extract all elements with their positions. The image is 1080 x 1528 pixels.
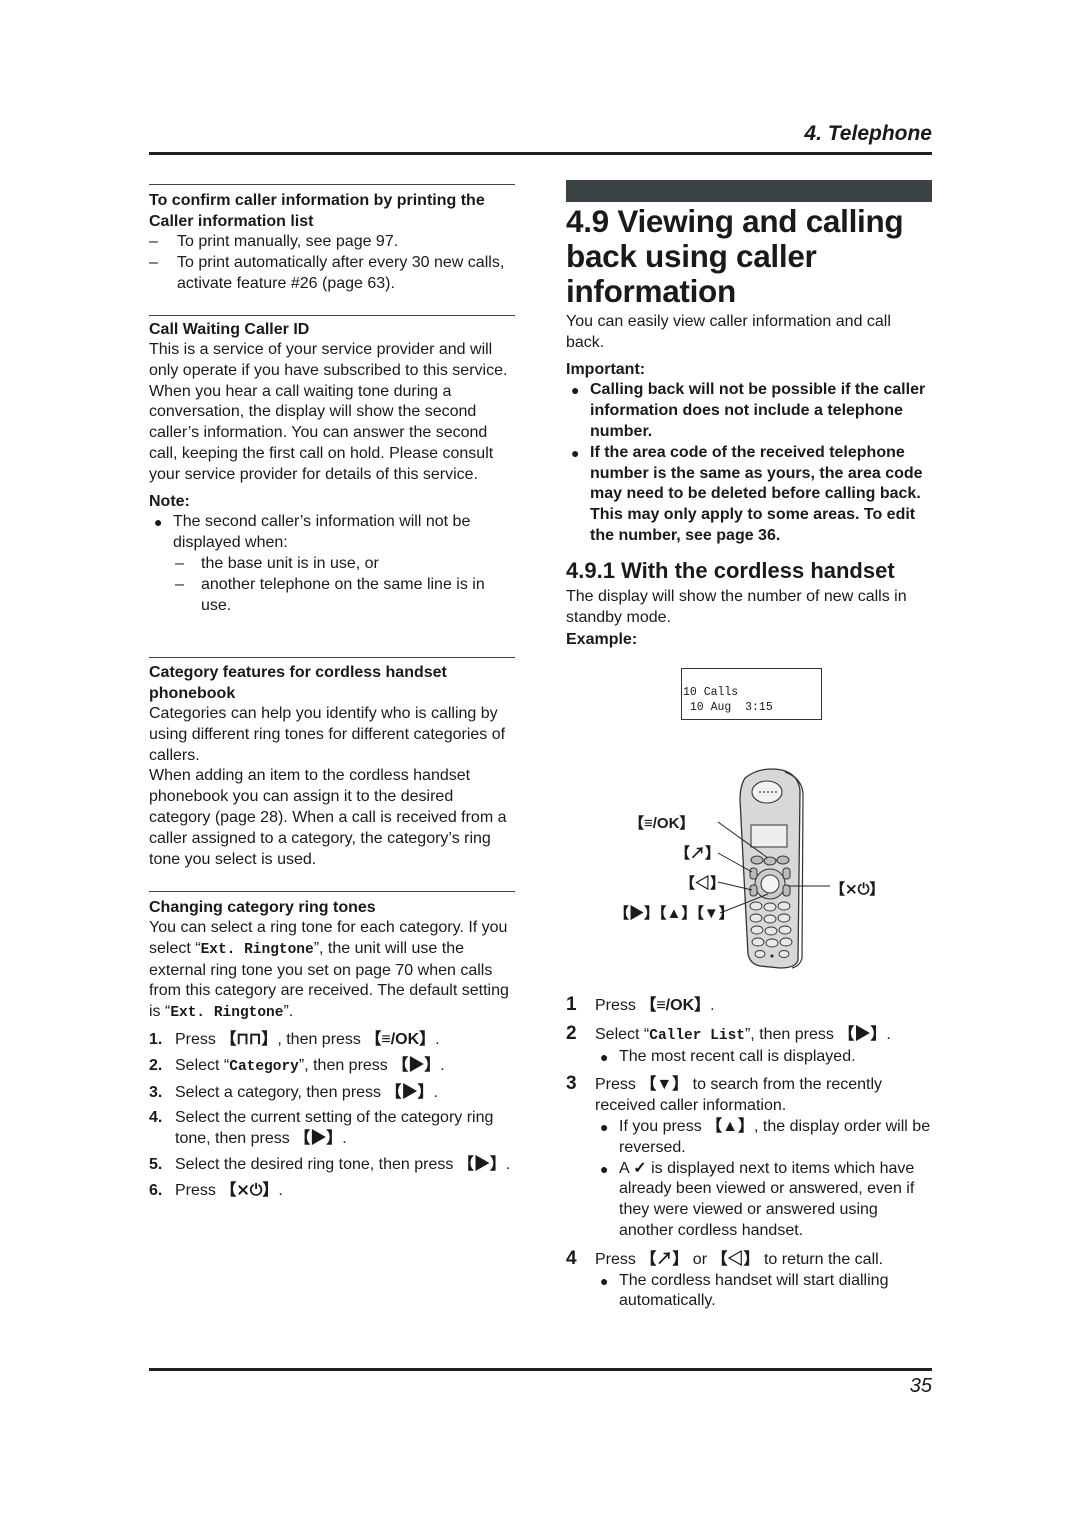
section-divider	[149, 315, 515, 316]
header-rule	[149, 152, 932, 155]
phonebook-key-icon: 【⊓⊓】	[220, 1030, 278, 1048]
step-bullet: ● If you press 【▲】, the display order wil…	[600, 1117, 931, 1156]
right-arrow-key-icon: 【▶】	[457, 1155, 506, 1173]
right-arrow-key-icon: 【▶】	[838, 1025, 887, 1043]
subsection-intro: The display will show the number of new …	[566, 587, 907, 626]
up-arrow-key-icon: 【▲】	[706, 1117, 754, 1135]
caller-list-steps: 1 Press 【≡/OK】. 2 Select “Caller List”, …	[566, 994, 932, 1320]
list-item: – To print automatically after every 30 n…	[149, 253, 505, 292]
call-waiting-body: This is a service of your service provid…	[149, 341, 508, 483]
step-item: 2. Select “Category”, then press 【▶】.	[149, 1056, 445, 1075]
print-section-heading: To confirm caller information by printin…	[149, 192, 485, 230]
section-divider	[149, 184, 515, 185]
callout-navigation-keys: 【▶】【▲】【▼】	[614, 905, 734, 922]
note-label: Note:	[149, 492, 190, 510]
right-arrow-key-icon: 【▶】	[294, 1130, 343, 1148]
speaker-key-icon: 【◁】	[711, 1250, 760, 1268]
callout-speaker-key: 【◁】	[680, 875, 726, 892]
step-item: 4. Select the current setting of the cat…	[149, 1109, 494, 1148]
callout-menu-ok-key: 【≡/OK】	[629, 815, 695, 832]
call-waiting-heading: Call Waiting Caller ID	[149, 321, 310, 338]
section-intro: You can easily view caller information a…	[566, 313, 891, 351]
step-item: 1. Press 【⊓⊓】, then press 【≡/OK】.	[149, 1030, 440, 1048]
down-arrow-key-icon: 【▼】	[640, 1076, 689, 1094]
handset-illustration	[717, 768, 830, 969]
category-features-body: When adding an item to the cordless hand…	[149, 767, 507, 868]
step-item: 6. Press 【⨯⏻】.	[149, 1181, 283, 1199]
changing-ring-heading: Changing category ring tones	[149, 899, 376, 916]
changing-ring-section: Changing category ring tones You can sel…	[149, 891, 515, 1207]
step-bullet: ● The cordless handset will start diallin…	[600, 1271, 889, 1310]
right-arrow-key-icon: 【▶】	[385, 1083, 434, 1101]
section-divider	[149, 891, 515, 892]
step-bullet: ● The most recent call is displayed.	[600, 1047, 856, 1065]
lcd-display-example: 10 Calls 10 Aug 3:15	[681, 668, 822, 720]
step-item: 1 Press 【≡/OK】.	[566, 994, 715, 1015]
note-bullet: ● The second caller’s information will no…	[154, 513, 471, 552]
section-divider	[149, 657, 515, 658]
off-power-key-icon: 【⨯⏻】	[220, 1181, 279, 1199]
changing-ring-body: You can select a ring tone for each cate…	[149, 919, 509, 1022]
list-item: – To print manually, see page 97.	[149, 233, 399, 250]
callout-off-power-key: 【⨯⏻】	[830, 881, 885, 898]
step-item: 5. Select the desired ring tone, then pr…	[149, 1155, 511, 1173]
menu-ok-key-icon: 【≡/OK】	[365, 1030, 436, 1048]
example-label: Example:	[566, 631, 638, 649]
important-label: Important:	[566, 360, 646, 378]
step-item: 3 Press 【▼】 to search from the recently …	[566, 1074, 932, 1241]
print-caller-list-section: To confirm caller information by printin…	[149, 184, 515, 294]
step-item: 4 Press 【↗】 or 【◁】 to return the call. ●…	[566, 1248, 932, 1312]
section-title: 4.9 Viewing and calling back using calle…	[566, 203, 904, 309]
right-arrow-key-icon: 【▶】	[392, 1056, 441, 1074]
callout-talk-key: 【↗】	[675, 845, 721, 862]
section-title-bar	[566, 180, 932, 202]
call-waiting-section: Call Waiting Caller ID This is a service…	[149, 315, 515, 616]
talk-key-icon: 【↗】	[640, 1250, 689, 1268]
step-bullet: ● A ✓ is displayed next to items which ha…	[600, 1159, 915, 1239]
note-subitem: – another telephone on the same line is i…	[175, 575, 485, 614]
lcd-line-1: 10 Calls	[683, 686, 739, 699]
subsection-title: 4.9.1 With the cordless handset	[566, 557, 895, 583]
section-intro-block: You can easily view caller information a…	[566, 312, 932, 651]
note-subitem: – the base unit is in use, or	[175, 554, 379, 572]
lcd-line-2: 10 Aug 3:15	[683, 701, 773, 714]
category-features-heading: Category features for cordless handset p…	[149, 664, 447, 702]
category-features-section: Category features for cordless handset p…	[149, 657, 515, 870]
step-item: 3. Select a category, then press 【▶】.	[149, 1083, 438, 1101]
important-item: ● Calling back will not be possible if th…	[571, 381, 926, 440]
handset-body	[739, 768, 804, 969]
page-number: 35	[909, 1375, 932, 1397]
step-item: 2 Select “Caller List”, then press 【▶】. …	[566, 1023, 932, 1068]
footer-rule	[149, 1368, 932, 1371]
category-features-body: Categories can help you identify who is …	[149, 705, 506, 764]
menu-ok-key-icon: 【≡/OK】	[640, 997, 711, 1014]
chapter-title: 4. Telephone	[804, 122, 932, 145]
important-item: ● If the area code of the received teleph…	[571, 443, 923, 544]
checkmark-icon: ✓	[633, 1159, 647, 1177]
